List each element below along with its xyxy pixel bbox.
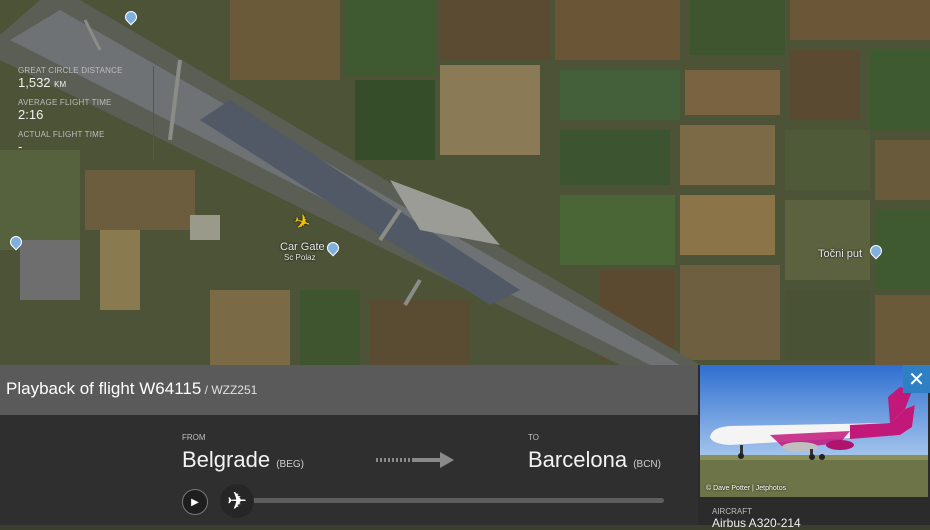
playback-plane-handle[interactable]: ✈ — [220, 484, 254, 518]
route-arrow-icon — [376, 452, 454, 468]
avg-time-label: AVERAGE FLIGHT TIME — [18, 98, 112, 107]
from-label: FROM — [182, 433, 206, 442]
map-label-cargo-gate-sub: Sc Polaz — [284, 253, 316, 262]
actual-time-label: ACTUAL FLIGHT TIME — [18, 130, 105, 139]
aircraft-photo[interactable]: © Dave Potter | Jetphotos — [700, 365, 928, 497]
satellite-imagery — [0, 0, 930, 365]
avg-time-value: 2:16 — [18, 107, 44, 122]
panel-title: Playback of flight W64115 / WZZ251 — [6, 379, 257, 399]
flight-callsign: / WZZ251 — [201, 383, 258, 397]
title-prefix: Playback of flight — [6, 379, 140, 398]
panel-header: Playback of flight W64115 / WZZ251 — [0, 365, 698, 415]
playback-progress-track[interactable] — [252, 498, 664, 503]
close-button[interactable]: ✕ — [903, 365, 930, 393]
from-city: Belgrade (BEG) — [182, 447, 304, 473]
map-label-tocni-put: Točni put — [818, 248, 863, 260]
distance-value: 1,532 KM — [18, 75, 148, 90]
actual-time-value: - — [18, 139, 23, 154]
aircraft-label: AIRCRAFT — [712, 507, 752, 516]
to-city-name: Barcelona — [528, 447, 628, 472]
from-city-name: Belgrade — [182, 447, 271, 472]
to-city-code: (BCN) — [633, 459, 661, 470]
plane-icon: ✈ — [226, 487, 248, 515]
flight-number: W64115 — [139, 379, 202, 398]
distance-number: 1,532 — [18, 75, 51, 90]
play-button[interactable]: ▶ — [182, 489, 208, 515]
distance-label: GREAT CIRCLE DISTANCE — [18, 66, 123, 75]
from-city-code: (BEG) — [276, 459, 304, 470]
flight-map[interactable]: Car Gate Sc Polaz Točni put ✈ — [0, 0, 930, 365]
aircraft-photo-panel: © Dave Potter | Jetphotos — [698, 365, 930, 525]
aircraft-value: Airbus A320-214 — [712, 516, 801, 530]
map-label-cargo-gate: Car Gate — [280, 241, 325, 253]
flight-stats: GREAT CIRCLE DISTANCE 1,532 KM AVERAGE F… — [18, 66, 148, 162]
stats-divider — [153, 66, 154, 160]
close-icon: ✕ — [908, 368, 925, 391]
aircraft-photo-image — [700, 365, 928, 497]
distance-unit: KM — [54, 80, 67, 89]
to-label: TO — [528, 433, 539, 442]
play-icon: ▶ — [191, 496, 199, 508]
to-city: Barcelona (BCN) — [528, 447, 661, 473]
photo-credit: © Dave Potter | Jetphotos — [706, 485, 787, 492]
